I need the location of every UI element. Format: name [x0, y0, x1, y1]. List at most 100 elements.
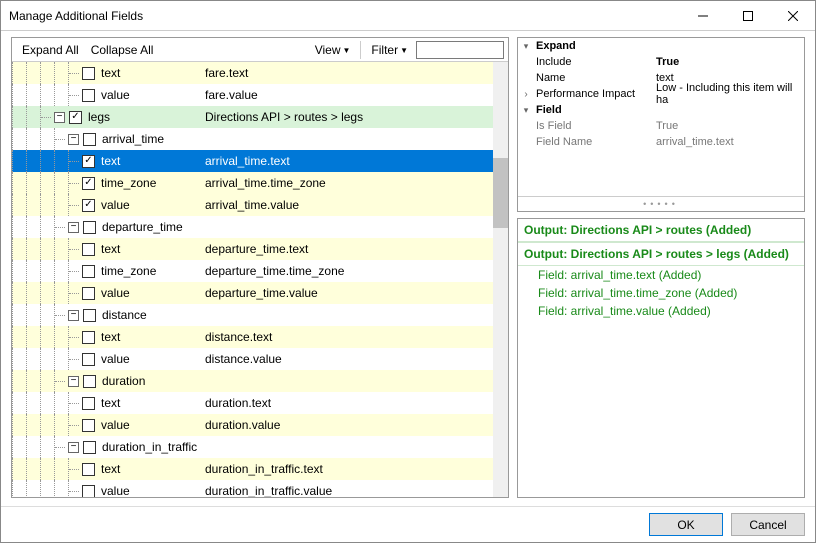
- prop-value[interactable]: Low - Including this item will ha: [652, 82, 804, 106]
- checkbox[interactable]: [83, 133, 96, 146]
- checkbox[interactable]: [69, 111, 82, 124]
- log-group[interactable]: Output: Directions API > routes (Added): [518, 219, 804, 242]
- tree-node-desc: departure_time.time_zone: [201, 264, 491, 278]
- close-button[interactable]: [770, 1, 815, 30]
- checkbox[interactable]: [83, 221, 96, 234]
- tree-row[interactable]: time_zonedeparture_time.time_zone: [12, 260, 508, 282]
- ok-button[interactable]: OK: [649, 513, 723, 536]
- field-tree[interactable]: textfare.textvaluefare.value−legsDirecti…: [12, 62, 508, 497]
- tree-node-desc: arrival_time.value: [201, 198, 491, 212]
- tree-row[interactable]: − duration_in_traffic: [12, 436, 508, 458]
- tree-node-name: departure_time: [100, 220, 201, 234]
- dialog: Manage Additional Fields Expand All Coll…: [0, 0, 816, 543]
- checkbox[interactable]: [82, 419, 95, 432]
- prop-key: Include: [534, 56, 652, 68]
- tree-node-name: text: [99, 242, 201, 256]
- collapse-toggle[interactable]: −: [68, 310, 79, 321]
- prop-key: Field Name: [534, 136, 652, 148]
- log-group[interactable]: Output: Directions API > routes > legs (…: [518, 242, 804, 266]
- checkbox[interactable]: [82, 243, 95, 256]
- tree-row[interactable]: textduration.text: [12, 392, 508, 414]
- tree-row[interactable]: −distance: [12, 304, 508, 326]
- tree-row[interactable]: valueduration.value: [12, 414, 508, 436]
- checkbox[interactable]: [83, 375, 96, 388]
- checkbox[interactable]: [82, 397, 95, 410]
- tree-node-name: time_zone: [99, 264, 201, 278]
- checkbox[interactable]: [83, 441, 96, 454]
- collapse-icon[interactable]: ▾: [518, 105, 534, 116]
- prop-description-handle[interactable]: •••••: [518, 196, 804, 211]
- view-dropdown[interactable]: View▼: [309, 41, 357, 59]
- right-pane: ▾Expand IncludeTrue Nametext ›Performanc…: [517, 37, 805, 498]
- checkbox[interactable]: [82, 485, 95, 498]
- tree-row[interactable]: −legsDirections API > routes > legs: [12, 106, 508, 128]
- checkbox[interactable]: [83, 309, 96, 322]
- expand-all-button[interactable]: Expand All: [16, 41, 85, 59]
- tree-node-name: duration_in_traffic: [100, 440, 201, 454]
- scrollbar-thumb[interactable]: [493, 158, 508, 228]
- checkbox[interactable]: [82, 331, 95, 344]
- tree-row[interactable]: textdeparture_time.text: [12, 238, 508, 260]
- log-item[interactable]: Field: arrival_time.time_zone (Added): [518, 284, 804, 302]
- collapse-toggle[interactable]: −: [54, 112, 65, 123]
- scrollbar-track[interactable]: [493, 62, 508, 497]
- titlebar: Manage Additional Fields: [1, 1, 815, 31]
- cancel-button[interactable]: Cancel: [731, 513, 805, 536]
- collapse-toggle[interactable]: −: [68, 134, 79, 145]
- tree-row[interactable]: time_zonearrival_time.time_zone: [12, 172, 508, 194]
- tree-node-name: legs: [86, 110, 201, 124]
- tree-row[interactable]: valuedeparture_time.value: [12, 282, 508, 304]
- tree-node-name: text: [99, 396, 201, 410]
- checkbox[interactable]: [82, 463, 95, 476]
- prop-value: arrival_time.text: [652, 136, 804, 148]
- minimize-button[interactable]: [680, 1, 725, 30]
- checkbox[interactable]: [82, 177, 95, 190]
- caret-down-icon: ▼: [400, 46, 408, 55]
- tree-row[interactable]: valueduration_in_traffic.value: [12, 480, 508, 497]
- tree-row[interactable]: textarrival_time.text: [12, 150, 508, 172]
- tree-node-name: value: [99, 198, 201, 212]
- checkbox[interactable]: [82, 67, 95, 80]
- tree-node-desc: duration.text: [201, 396, 491, 410]
- tree-row[interactable]: −arrival_time: [12, 128, 508, 150]
- tree-row[interactable]: −duration: [12, 370, 508, 392]
- filter-dropdown[interactable]: Filter▼: [365, 41, 414, 59]
- checkbox[interactable]: [82, 353, 95, 366]
- tree-node-desc: distance.text: [201, 330, 491, 344]
- window-title: Manage Additional Fields: [9, 9, 680, 23]
- tree-node-desc: duration.value: [201, 418, 491, 432]
- dialog-buttons: OK Cancel: [1, 506, 815, 542]
- collapse-toggle[interactable]: −: [68, 222, 79, 233]
- checkbox[interactable]: [82, 265, 95, 278]
- tree-row[interactable]: valuefare.value: [12, 84, 508, 106]
- maximize-button[interactable]: [725, 1, 770, 30]
- checkbox[interactable]: [82, 155, 95, 168]
- tree-node-desc: arrival_time.text: [201, 154, 491, 168]
- tree-toolbar: Expand All Collapse All View▼ Filter▼: [12, 38, 508, 62]
- tree-node-desc: arrival_time.time_zone: [201, 176, 491, 190]
- tree-node-desc: departure_time.value: [201, 286, 491, 300]
- tree-row[interactable]: textfare.text: [12, 62, 508, 84]
- tree-node-name: text: [99, 462, 201, 476]
- tree-row[interactable]: − departure_time: [12, 216, 508, 238]
- collapse-toggle[interactable]: −: [68, 442, 79, 453]
- collapse-icon[interactable]: ▾: [518, 41, 534, 52]
- log-item[interactable]: Field: arrival_time.value (Added): [518, 302, 804, 320]
- expand-icon[interactable]: ›: [518, 89, 534, 100]
- tree-row[interactable]: textdistance.text: [12, 326, 508, 348]
- collapse-toggle[interactable]: −: [68, 376, 79, 387]
- checkbox[interactable]: [82, 89, 95, 102]
- tree-node-name: value: [99, 88, 201, 102]
- prop-value[interactable]: True: [652, 56, 804, 68]
- checkbox[interactable]: [82, 287, 95, 300]
- filter-input[interactable]: [416, 41, 504, 59]
- tree-row[interactable]: valuearrival_time.value: [12, 194, 508, 216]
- tree-node-desc: departure_time.text: [201, 242, 491, 256]
- collapse-all-button[interactable]: Collapse All: [85, 41, 160, 59]
- prop-key: Performance Impact: [534, 88, 652, 100]
- tree-row[interactable]: textduration_in_traffic.text: [12, 458, 508, 480]
- tree-row[interactable]: valuedistance.value: [12, 348, 508, 370]
- log-item[interactable]: Field: arrival_time.text (Added): [518, 266, 804, 284]
- checkbox[interactable]: [82, 199, 95, 212]
- tree-node-desc: fare.text: [201, 66, 491, 80]
